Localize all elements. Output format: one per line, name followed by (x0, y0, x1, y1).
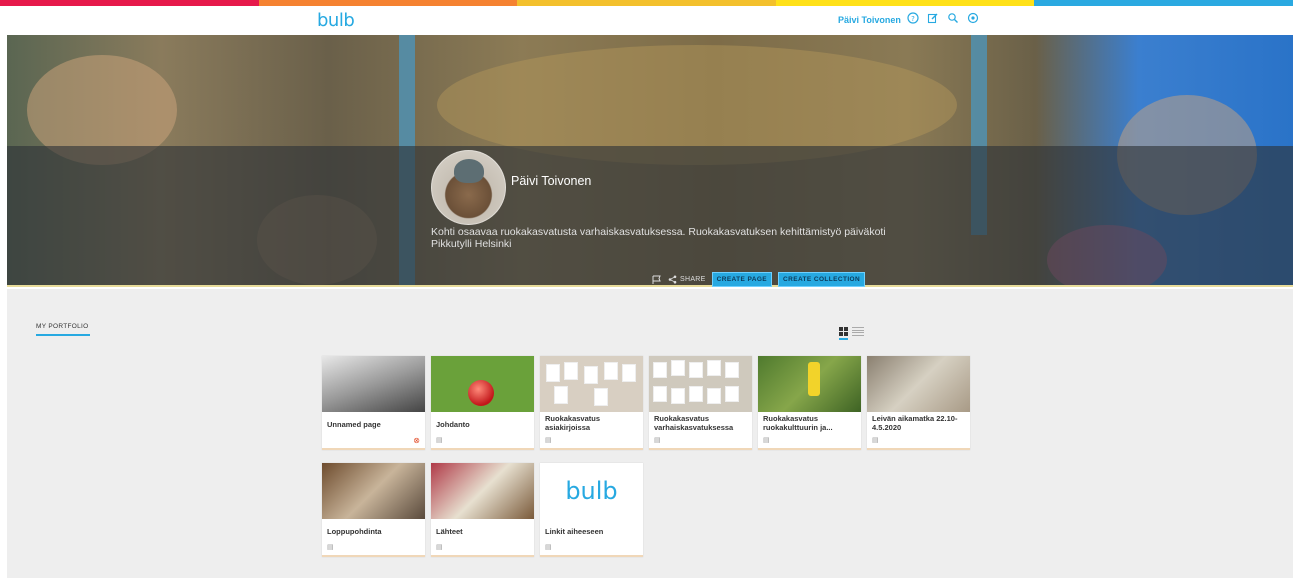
bulb-logo[interactable]: bulb (317, 10, 355, 31)
card-thumbnail (758, 356, 861, 412)
share-label: SHARE (680, 276, 706, 283)
profile-hero-banner: Päivi Toivonen Kohti osaavaa ruokakasvat… (7, 35, 1293, 287)
page-icon: ▤ (763, 437, 770, 444)
portfolio-card[interactable]: Unnamed page ⊗ (322, 356, 425, 450)
share-icon (668, 275, 677, 284)
card-title: Ruokakasvatus asiakirjoissa (545, 414, 601, 432)
search-icon[interactable] (946, 12, 960, 26)
card-title: Loppupohdinta (327, 527, 382, 536)
settings-icon[interactable] (966, 12, 980, 26)
page-icon: ▤ (545, 437, 552, 444)
portfolio-card[interactable]: Ruokakasvatus ruokakulttuurin ja... ▤ (758, 356, 861, 450)
top-bar: bulb Päivi Toivonen ? (0, 6, 1293, 35)
report-flag-icon[interactable] (652, 275, 662, 285)
card-thumbnail: bulb (540, 463, 643, 519)
create-collection-button[interactable]: CREATE COLLECTION (778, 272, 866, 287)
avatar (431, 150, 506, 225)
page-icon: ▤ (327, 544, 334, 551)
page-icon: ▤ (436, 544, 443, 551)
create-page-button[interactable]: CREATE PAGE (711, 272, 773, 287)
portfolio-card[interactable]: bulb Linkit aiheeseen ▤ (540, 463, 643, 557)
top-icon-group: ? (906, 12, 980, 26)
card-title: Johdanto (436, 420, 470, 429)
portfolio-section: MY PORTFOLIO Unnamed page ⊗ Johdanto ▤ R… (7, 289, 1293, 578)
page-icon: ▤ (545, 544, 552, 551)
user-name-link[interactable]: Päivi Toivonen (838, 15, 901, 25)
card-thumbnail (649, 356, 752, 412)
page-icon: ▤ (872, 437, 879, 444)
grid-view-icon[interactable] (839, 327, 848, 340)
card-thumbnail (867, 356, 970, 412)
card-title: Lähteet (436, 527, 463, 536)
help-icon[interactable]: ? (906, 12, 920, 26)
page-icon: ▤ (654, 437, 661, 444)
view-toggle (839, 327, 864, 340)
portfolio-card[interactable]: Ruokakasvatus asiakirjoissa ▤ (540, 356, 643, 450)
profile-name: Päivi Toivonen (511, 174, 592, 188)
portfolio-card[interactable]: Leivän aikamatka 22.10-4.5.2020 ▤ (867, 356, 970, 450)
card-thumbnail (322, 356, 425, 412)
profile-bio: Kohti osaavaa ruokakasvatusta varhaiskas… (431, 226, 886, 250)
card-thumbnail (431, 463, 534, 519)
card-thumbnail (431, 356, 534, 412)
card-thumbnail (322, 463, 425, 519)
page-icon: ▤ (436, 437, 443, 444)
card-title: Unnamed page (327, 420, 381, 429)
svg-text:?: ? (911, 15, 915, 23)
bulb-logo: bulb (565, 477, 618, 505)
card-title: Ruokakasvatus varhaiskasvatuksessa (654, 414, 734, 432)
my-portfolio-heading[interactable]: MY PORTFOLIO (36, 323, 91, 336)
profile-overlay-band (7, 146, 1293, 287)
hero-action-bar: SHARE CREATE PAGE CREATE COLLECTION (652, 272, 866, 287)
card-title: Linkit aiheeseen (545, 527, 604, 536)
edit-icon[interactable] (926, 12, 940, 26)
delete-icon[interactable]: ⊗ (413, 436, 420, 445)
card-title: Ruokakasvatus ruokakulttuurin ja... (763, 414, 833, 432)
card-thumbnail (540, 356, 643, 412)
portfolio-card[interactable]: Johdanto ▤ (431, 356, 534, 450)
share-button[interactable]: SHARE (668, 275, 706, 284)
card-title: Leivän aikamatka 22.10-4.5.2020 (872, 414, 958, 432)
list-view-icon[interactable] (852, 327, 864, 336)
portfolio-card[interactable]: Lähteet ▤ (431, 463, 534, 557)
portfolio-card[interactable]: Loppupohdinta ▤ (322, 463, 425, 557)
portfolio-card[interactable]: Ruokakasvatus varhaiskasvatuksessa ▤ (649, 356, 752, 450)
